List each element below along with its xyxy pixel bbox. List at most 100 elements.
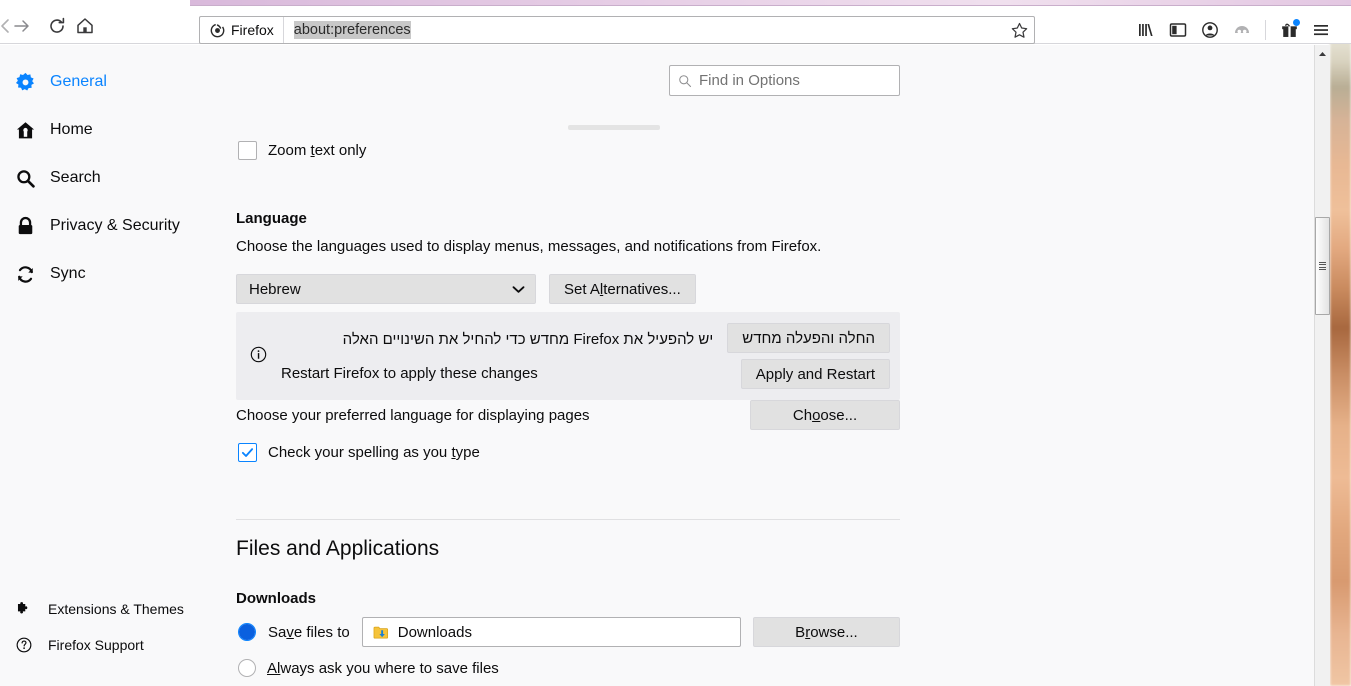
section-grabber <box>568 125 660 130</box>
sidebar-item-sync[interactable]: Sync <box>0 257 232 291</box>
always-ask-row[interactable]: Always ask you where to save files <box>238 659 499 677</box>
preferences-sidebar: General Home Search Privacy & Security S… <box>0 45 232 686</box>
sidebar-item-privacy-security[interactable]: Privacy & Security <box>0 209 232 243</box>
apply-restart-button-english[interactable]: Apply and Restart <box>740 359 890 389</box>
notification-text-block: יש להפעיל את Firefox מחדש כדי להחיל את ה… <box>281 322 713 390</box>
reload-button[interactable] <box>43 12 71 40</box>
sidebar-item-extensions-themes[interactable]: Extensions & Themes <box>0 596 232 622</box>
tab-bar-strip[interactable] <box>190 0 1351 6</box>
download-folder-name: Downloads <box>397 623 472 641</box>
app-menu-button[interactable] <box>1305 16 1337 44</box>
notification-message-english: Restart Firefox to apply these changes <box>281 364 538 382</box>
language-select-row: Hebrew Set Al ternatives... <box>236 274 696 304</box>
sidebar-item-home[interactable]: Home <box>0 113 232 147</box>
save-files-to-radio[interactable] <box>238 623 256 641</box>
account-icon <box>1202 22 1218 38</box>
sidebar-item-label: Sync <box>50 265 86 282</box>
always-ask-label: Always ask you where to save files <box>267 659 499 677</box>
star-icon <box>1011 22 1027 38</box>
language-dropdown-value: Hebrew <box>249 280 301 298</box>
home-icon <box>77 18 93 34</box>
identity-label: Firefox <box>231 22 274 38</box>
downloads-folder-icon <box>373 626 388 638</box>
account-button[interactable] <box>1194 16 1226 44</box>
gift-notification-badge <box>1293 19 1300 26</box>
question-circle-icon <box>14 635 34 655</box>
tabstrip-left-filler <box>0 0 190 7</box>
gear-icon <box>14 71 36 93</box>
sidebar-item-label: Search <box>50 169 101 186</box>
page-scrollbar[interactable] <box>1314 45 1330 686</box>
browse-button[interactable]: Br owse... <box>752 617 900 647</box>
reload-icon <box>50 17 65 33</box>
sidebar-toggle-button[interactable] <box>1162 16 1194 44</box>
container-tabs-button[interactable] <box>1226 16 1258 44</box>
library-button[interactable] <box>1130 16 1162 44</box>
sidebar-icon <box>1169 23 1187 37</box>
choose-button[interactable]: Ch o ose... <box>750 400 900 430</box>
forward-arrow-icon <box>14 20 29 32</box>
chevron-down-icon <box>512 285 525 293</box>
zoom-text-only-row[interactable]: Zoom text only <box>238 141 366 160</box>
set-alternatives-button[interactable]: Set Al ternatives... <box>549 274 696 304</box>
preferred-pages-label: Choose your preferred language for displ… <box>236 406 590 424</box>
notification-buttons: החלה והפעלה מחדש Apply and Restart <box>727 323 890 389</box>
toolbar-separator <box>1265 20 1266 40</box>
search-icon <box>14 167 36 189</box>
forward-button[interactable] <box>8 12 36 40</box>
section-divider <box>236 519 900 520</box>
library-icon <box>1139 24 1153 36</box>
sidebar-item-label: Home <box>50 121 93 138</box>
sidebar-item-label: Privacy & Security <box>50 217 180 234</box>
container-tabs-icon <box>1235 26 1249 34</box>
downloads-heading: Downloads <box>236 590 317 607</box>
preferences-page: General Home Search Privacy & Security S… <box>0 45 1318 686</box>
spellcheck-row[interactable]: Check your spelling as you type <box>238 443 480 462</box>
sidebar-item-firefox-support[interactable]: Firefox Support <box>0 632 232 658</box>
info-icon <box>250 346 267 367</box>
zoom-text-only-label: Zoom text only <box>268 142 367 159</box>
identity-box[interactable]: Firefox <box>200 17 284 43</box>
sidebar-item-label: General <box>50 73 107 90</box>
home-button[interactable] <box>71 12 99 40</box>
url-text[interactable]: about:preferences <box>293 21 411 39</box>
sync-icon <box>14 263 36 285</box>
scroll-up-arrow-icon <box>1319 51 1326 56</box>
toolbar-icon-group <box>1130 16 1337 44</box>
download-folder-path[interactable]: Downloads <box>361 617 741 647</box>
zoom-text-only-checkbox[interactable] <box>238 141 257 160</box>
firefox-preferences-window: Firefox about:preferences General Home S… <box>0 0 1351 686</box>
sidebar-item-general[interactable]: General <box>0 65 232 99</box>
bookmark-button[interactable] <box>1006 17 1032 43</box>
puzzle-piece-icon <box>14 599 34 619</box>
gift-button[interactable] <box>1273 16 1305 44</box>
spellcheck-checkbox[interactable] <box>238 443 257 462</box>
restart-notification-bar: יש להפעיל את Firefox מחדש כדי להחיל את ה… <box>236 312 900 400</box>
spellcheck-label: Check your spelling as you type <box>268 444 480 461</box>
save-files-to-label: Save files to <box>268 623 350 641</box>
language-dropdown[interactable]: Hebrew <box>236 274 536 304</box>
apply-restart-button-hebrew[interactable]: החלה והפעלה מחדש <box>727 323 890 353</box>
sidebar-item-search[interactable]: Search <box>0 161 232 195</box>
save-files-to-row: Save files to Downloads Br owse... <box>238 617 900 647</box>
desktop-background-photo <box>1330 35 1351 686</box>
preferences-content: Zoom text only Language Choose the langu… <box>232 45 1318 686</box>
home-icon <box>14 119 36 141</box>
preferred-pages-row: Choose your preferred language for displ… <box>236 400 900 430</box>
notification-message-hebrew: יש להפעיל את Firefox מחדש כדי להחיל את ה… <box>342 330 714 348</box>
navigation-toolbar: Firefox about:preferences <box>0 7 1351 44</box>
url-bar[interactable]: Firefox about:preferences <box>199 16 1035 44</box>
always-ask-radio[interactable] <box>238 659 256 677</box>
sidebar-item-label: Firefox Support <box>48 637 144 653</box>
scrollbar-thumb[interactable] <box>1315 217 1330 315</box>
firefox-logo-icon <box>210 23 225 37</box>
hamburger-menu-icon <box>1314 25 1328 36</box>
language-heading: Language <box>236 210 307 227</box>
files-applications-heading: Files and Applications <box>236 537 440 560</box>
language-description: Choose the languages used to display men… <box>236 238 822 255</box>
scrollbar-grip-icon <box>1319 261 1326 271</box>
scrollbar-up-button[interactable] <box>1315 45 1330 62</box>
lock-icon <box>14 215 36 237</box>
sidebar-bottom-group: Extensions & Themes Firefox Support <box>0 596 232 668</box>
sidebar-item-label: Extensions & Themes <box>48 601 184 617</box>
